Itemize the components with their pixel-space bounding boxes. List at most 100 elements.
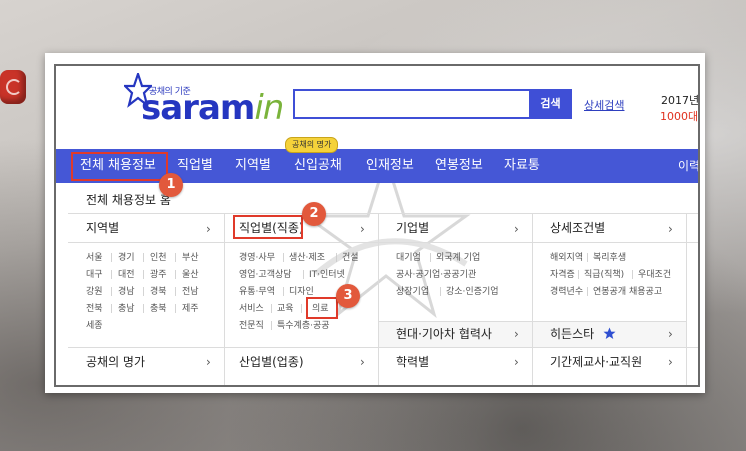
logo-word-accent: in	[254, 88, 284, 128]
chevron-right-icon: ›	[514, 327, 519, 341]
nav-item-talent[interactable]: 인재정보	[366, 149, 414, 183]
region-item[interactable]: 대구	[86, 269, 103, 281]
region-item[interactable]: 경기	[118, 252, 135, 264]
separator: |	[174, 270, 178, 280]
col-head-region[interactable]: 지역별	[86, 214, 119, 242]
company-item[interactable]: 상장기업	[396, 286, 429, 298]
region-item[interactable]: 전남	[182, 286, 199, 298]
region-item[interactable]: 광주	[150, 269, 167, 281]
region-item[interactable]: 제주	[182, 303, 199, 315]
famous-recruit-link[interactable]: 공채의 명가	[86, 349, 145, 375]
separator: |	[270, 304, 274, 314]
separator: |	[142, 304, 146, 314]
company-item[interactable]: 대기업	[396, 252, 421, 264]
job-item[interactable]: 교육	[277, 303, 294, 315]
chevron-right-icon: ›	[668, 222, 673, 236]
detail-item[interactable]: 우대조건	[638, 269, 671, 281]
region-item[interactable]: 전북	[86, 303, 103, 315]
step-badge-1: 1	[159, 173, 183, 197]
chevron-right-icon: ›	[668, 355, 673, 369]
region-item[interactable]: 충남	[118, 303, 135, 315]
detail-item[interactable]: 자격증	[550, 269, 575, 281]
detail-item[interactable]: 연봉공개 채용공고	[593, 286, 662, 298]
chevron-right-icon: ›	[514, 222, 519, 236]
job-item[interactable]: 영업·고객상담	[239, 269, 292, 281]
detail-item[interactable]: 경력년수	[550, 286, 583, 298]
separator: |	[300, 304, 304, 314]
saramin-page: 공채의 기준 saramin 검색 상세검색 2017년 상 1000대기 전체…	[54, 64, 700, 387]
hidden-star-link[interactable]: 히든스타	[550, 321, 594, 347]
job-item[interactable]: 유통·무역	[239, 286, 275, 298]
highlight-box-medical	[306, 297, 338, 319]
highlight-box-job	[233, 215, 303, 239]
search-button[interactable]: 검색	[529, 89, 572, 119]
job-item[interactable]: 건설	[342, 252, 359, 264]
dropdown-title[interactable]: 전체 채용정보 홈	[86, 191, 171, 208]
divider	[378, 213, 379, 385]
divider	[686, 213, 687, 385]
separator: |	[282, 287, 286, 297]
region-item[interactable]: 울산	[182, 269, 199, 281]
region-item[interactable]: 서울	[86, 252, 103, 264]
region-item[interactable]: 충북	[150, 303, 167, 315]
divider	[224, 213, 225, 385]
region-item[interactable]: 경북	[150, 286, 167, 298]
nav-item-salary[interactable]: 연봉정보	[435, 149, 483, 183]
nav-item-by-region[interactable]: 지역별	[235, 149, 271, 183]
region-item[interactable]: 인천	[150, 252, 167, 264]
separator: |	[142, 270, 146, 280]
partner-link[interactable]: 현대·기아차 협력사	[396, 321, 492, 347]
separator: |	[439, 287, 443, 297]
nav-item-resume[interactable]: 이력	[678, 149, 698, 183]
separator: |	[586, 253, 590, 263]
chevron-right-icon: ›	[514, 355, 519, 369]
job-item[interactable]: 서비스	[239, 303, 264, 315]
company-item[interactable]: 외국계 기업	[436, 252, 480, 264]
by-education-link[interactable]: 학력별	[396, 349, 429, 375]
company-item[interactable]: 공사·공기업·공공기관	[396, 269, 476, 281]
region-item[interactable]: 강원	[86, 286, 103, 298]
chevron-right-icon: ›	[668, 327, 673, 341]
job-item[interactable]: 특수계층·공공	[277, 320, 330, 332]
separator: |	[631, 270, 635, 280]
separator: |	[282, 253, 286, 263]
region-item[interactable]: 경남	[118, 286, 135, 298]
job-item[interactable]: 경영·사무	[239, 252, 275, 264]
contract-teacher-link[interactable]: 기간제교사·교직원	[550, 349, 642, 375]
logo-wordmark: saramin	[141, 88, 284, 128]
region-item[interactable]: 세종	[86, 320, 103, 332]
chevron-right-icon: ›	[360, 355, 365, 369]
job-item[interactable]: IT·인터넷	[309, 269, 345, 281]
separator: |	[110, 287, 114, 297]
detail-item[interactable]: 복리후생	[593, 252, 626, 264]
job-item[interactable]: 전문직	[239, 320, 264, 332]
separator: |	[577, 270, 581, 280]
separator: |	[110, 253, 114, 263]
col-head-company[interactable]: 기업별	[396, 214, 429, 242]
step-badge-2: 2	[302, 202, 326, 226]
chevron-right-icon: ›	[206, 355, 211, 369]
divider	[68, 347, 698, 348]
nav-new-hire-badge: 공채의 명가	[285, 137, 339, 153]
separator: |	[174, 287, 178, 297]
by-industry-link[interactable]: 산업별(업종)	[239, 349, 304, 375]
star-icon	[603, 327, 616, 339]
logo-word-main: saram	[141, 88, 255, 128]
nav-item-new-hire[interactable]: 신입공채	[294, 149, 342, 183]
job-item[interactable]: 생산·제조	[289, 252, 325, 264]
advanced-search-link[interactable]: 상세검색	[584, 97, 624, 113]
region-item[interactable]: 대전	[118, 269, 135, 281]
search-input[interactable]	[293, 89, 529, 119]
screenshot-frame: 공채의 기준 saramin 검색 상세검색 2017년 상 1000대기 전체…	[45, 53, 705, 393]
divider	[68, 242, 698, 243]
col-head-detail[interactable]: 상세조건별	[550, 214, 605, 242]
nav-item-by-job[interactable]: 직업별	[177, 149, 213, 183]
detail-item[interactable]: 해외지역	[550, 252, 583, 264]
region-item[interactable]: 부산	[182, 252, 199, 264]
header-count-text: 1000대기	[660, 110, 699, 123]
step-badge-3: 3	[336, 284, 360, 308]
company-item[interactable]: 강소·인증기업	[446, 286, 499, 298]
separator: |	[174, 253, 178, 263]
detail-item[interactable]: 직급(직책)	[584, 269, 624, 281]
nav-item-resources[interactable]: 자료통	[504, 149, 540, 183]
